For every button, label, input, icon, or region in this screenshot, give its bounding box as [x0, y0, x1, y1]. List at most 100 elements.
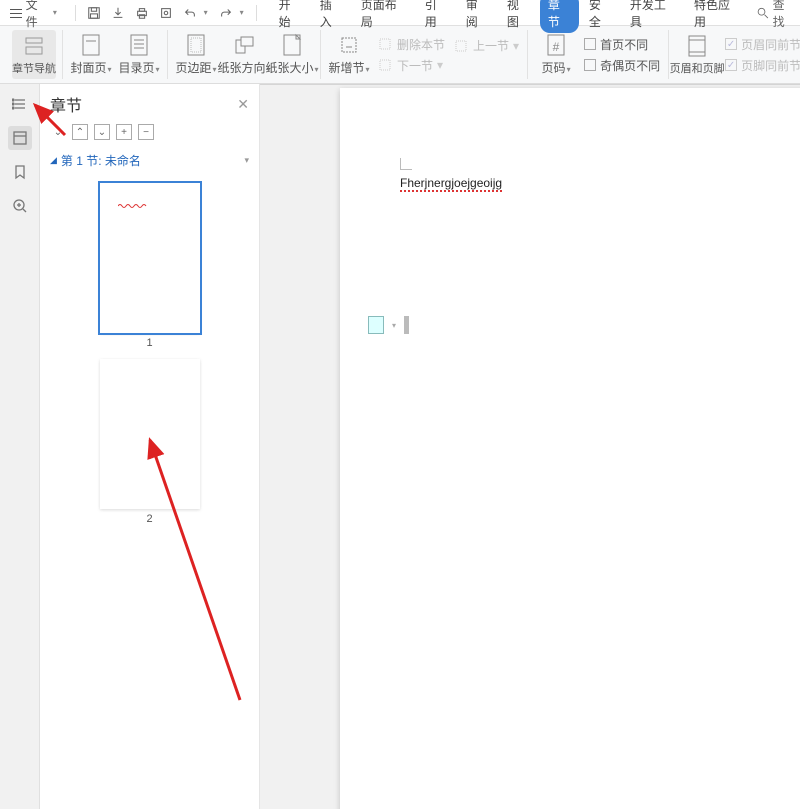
mini-toolbar-handle-icon[interactable]: [404, 316, 409, 334]
tab-insert[interactable]: 插入: [312, 0, 351, 33]
workspace: 章节 ✕ ⌄ ⌃ ⌄ + − ◢ 第 1 节: 未命名 ▾ 1 2: [0, 84, 800, 809]
toc-page-button[interactable]: 目录页▾: [117, 30, 161, 79]
cover-page-label: 封面页: [70, 61, 106, 75]
tab-ref[interactable]: 引用: [417, 0, 456, 33]
ribbon-group-pagenum: # 页码▾ 首页不同 奇偶页不同: [528, 30, 669, 79]
next-section-button: 下一节 ▾: [377, 57, 445, 74]
top-menu-bar: 文件 ▾ ▾ ▾ 开始 插入 页面布局 引用 审阅 视图 章节 安全 开发工具 …: [0, 0, 800, 26]
gutter-zoom-button[interactable]: [8, 194, 32, 218]
margin-icon: [184, 33, 208, 57]
margin-button[interactable]: 页边距▾: [174, 30, 218, 79]
orientation-label: 纸张方向: [217, 61, 265, 75]
next-section-label: 下一节: [397, 57, 433, 74]
new-section-icon: [337, 33, 361, 57]
paper-size-label: 纸张大小: [265, 61, 313, 75]
section-row-1[interactable]: ◢ 第 1 节: 未命名 ▾: [40, 146, 259, 175]
print-preview-button[interactable]: [156, 3, 176, 23]
delete-section-icon: [377, 36, 393, 52]
chapter-panel-tools: ⌄ ⌃ ⌄ + −: [40, 124, 259, 146]
document-area[interactable]: Fherjnergjoejgeoijg ▾: [260, 84, 800, 809]
tab-devtools[interactable]: 开发工具: [622, 0, 684, 33]
caret-down-icon: ▾: [53, 8, 61, 17]
prev-section-button: 上一节 ▾: [453, 37, 519, 54]
save-button[interactable]: [84, 3, 104, 23]
tab-layout[interactable]: 页面布局: [353, 0, 415, 33]
different-first-page-checkbox[interactable]: 首页不同: [584, 36, 660, 53]
mini-toolbar-caret-icon[interactable]: ▾: [392, 321, 396, 330]
chapter-tool-dropdown[interactable]: ⌄: [50, 124, 66, 140]
header-footer-icon: [685, 34, 709, 58]
document-text[interactable]: Fherjnergjoejgeoijg: [400, 176, 502, 190]
print-button[interactable]: [132, 3, 152, 23]
thumb-page-1[interactable]: 1: [40, 183, 259, 349]
page-number-icon: #: [544, 33, 568, 57]
prev-section-icon: [453, 38, 469, 54]
tab-view[interactable]: 视图: [499, 0, 538, 33]
document-page-1[interactable]: Fherjnergjoejgeoijg: [340, 88, 800, 809]
orientation-icon: [232, 33, 256, 57]
chapter-panel-title: 章节: [50, 92, 82, 116]
tab-start[interactable]: 开始: [271, 0, 310, 33]
gutter-bookmark-button[interactable]: [8, 160, 32, 184]
prev-section-label: 上一节: [473, 37, 509, 54]
ribbon-group-section: 新增节▾ 删除本节 下一节 ▾ 上一节 ▾: [321, 30, 528, 79]
search-button[interactable]: 查找: [756, 0, 796, 30]
page-number-button[interactable]: # 页码▾: [534, 30, 578, 79]
different-odd-even-checkbox[interactable]: 奇偶页不同: [584, 57, 660, 74]
page-number-label: 页码: [542, 61, 566, 75]
ribbon-group-paper: 页边距▾ 纸张方向▾ 纸张大小▾: [168, 30, 321, 79]
chapter-tool-add[interactable]: +: [116, 124, 132, 140]
section-collapse-icon: ◢: [50, 155, 57, 166]
chapter-tool-expand[interactable]: ⌄: [94, 124, 110, 140]
paper-size-icon: [280, 33, 304, 57]
chapter-panel-close-button[interactable]: ✕: [237, 96, 249, 113]
gutter-outline-button[interactable]: [8, 92, 32, 116]
side-gutter: [0, 84, 40, 809]
margin-corner-icon: [400, 158, 412, 170]
paper-size-button[interactable]: 纸张大小▾: [270, 30, 314, 79]
floating-mini-toolbar: ▾: [368, 316, 409, 334]
export-button[interactable]: [108, 3, 128, 23]
next-section-icon: [377, 57, 393, 73]
header-footer-button[interactable]: 页眉和页脚: [675, 30, 719, 79]
tab-section[interactable]: 章节: [540, 0, 579, 33]
search-label: 查找: [773, 0, 796, 30]
toc-page-icon: [127, 33, 151, 57]
ribbon-group-pages: 封面页▾ 目录页▾: [63, 30, 168, 79]
thumb-page-2-number: 2: [146, 513, 152, 525]
file-menu-label: 文件: [26, 0, 49, 30]
quick-access-toolbar: ▾ ▾: [71, 3, 261, 23]
chapter-tool-remove[interactable]: −: [138, 124, 154, 140]
chapter-tool-collapse[interactable]: ⌃: [72, 124, 88, 140]
gutter-section-button[interactable]: [8, 126, 32, 150]
delete-section-label: 删除本节: [397, 36, 445, 53]
undo-button[interactable]: [180, 3, 200, 23]
file-menu[interactable]: 文件 ▾: [4, 0, 67, 30]
tab-security[interactable]: 安全: [581, 0, 620, 33]
page-thumbnails: 1 2: [40, 175, 259, 809]
redo-dropdown-icon[interactable]: ▾: [240, 8, 248, 17]
section-1-label: 第 1 节: 未命名: [61, 152, 141, 169]
section-dropdown-icon[interactable]: ▾: [244, 155, 249, 166]
hamburger-icon: [10, 8, 22, 18]
redo-button[interactable]: [216, 3, 236, 23]
undo-dropdown-icon[interactable]: ▾: [204, 8, 212, 17]
toc-page-label: 目录页: [118, 61, 154, 75]
tab-special[interactable]: 特色应用: [686, 0, 748, 33]
tab-review[interactable]: 审阅: [458, 0, 497, 33]
section-nav-button[interactable]: 章节导航: [12, 30, 56, 79]
cover-page-icon: [79, 33, 103, 57]
search-icon: [756, 6, 770, 20]
mini-doc-icon[interactable]: [368, 316, 384, 334]
ribbon: 章节导航 封面页▾ 目录页▾ 页边距▾ 纸张方向▾ 纸张大小▾ 新增节▾: [0, 26, 800, 84]
orientation-button[interactable]: 纸张方向▾: [222, 30, 266, 79]
cover-page-button[interactable]: 封面页▾: [69, 30, 113, 79]
ribbon-tabs: 开始 插入 页面布局 引用 审阅 视图 章节 安全 开发工具 特色应用: [271, 0, 748, 33]
thumb-squiggle-icon: [118, 203, 148, 208]
new-section-button[interactable]: 新增节▾: [327, 30, 371, 79]
thumb-page-2[interactable]: 2: [40, 359, 259, 525]
footer-link-prev-checkbox: ✓页脚同前节: [725, 57, 800, 74]
new-section-label: 新增节: [328, 61, 364, 75]
chapter-panel: 章节 ✕ ⌄ ⌃ ⌄ + − ◢ 第 1 节: 未命名 ▾ 1 2: [40, 84, 260, 809]
section-nav-label: 章节导航: [12, 60, 56, 76]
